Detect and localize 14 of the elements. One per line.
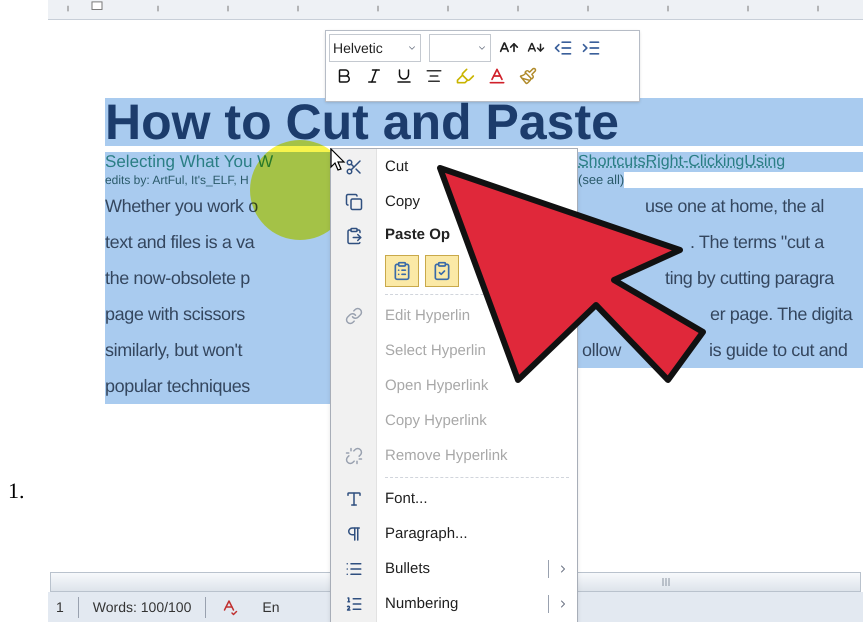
body-text: popular techniques	[105, 368, 330, 404]
section-links: Selecting What You W	[105, 151, 274, 174]
body-text: is guide to cut and	[709, 338, 848, 362]
section-links: ShortcutsRight-ClickingUsing	[578, 152, 786, 172]
document-title: How to Cut and Paste	[105, 98, 863, 146]
body-text: er page. The digita	[710, 302, 852, 326]
page-number: 1	[48, 596, 79, 618]
body-text: ollow	[582, 338, 622, 362]
list-number: 1.	[8, 477, 26, 505]
body-text: ting by cutting paragra	[665, 266, 834, 290]
body-text: . The terms "cut a	[690, 230, 824, 254]
body-text: use one at home, the al	[645, 194, 824, 218]
menu-section-header: Paste Op	[384, 225, 450, 246]
word-count: Words: 100/100	[78, 596, 206, 618]
